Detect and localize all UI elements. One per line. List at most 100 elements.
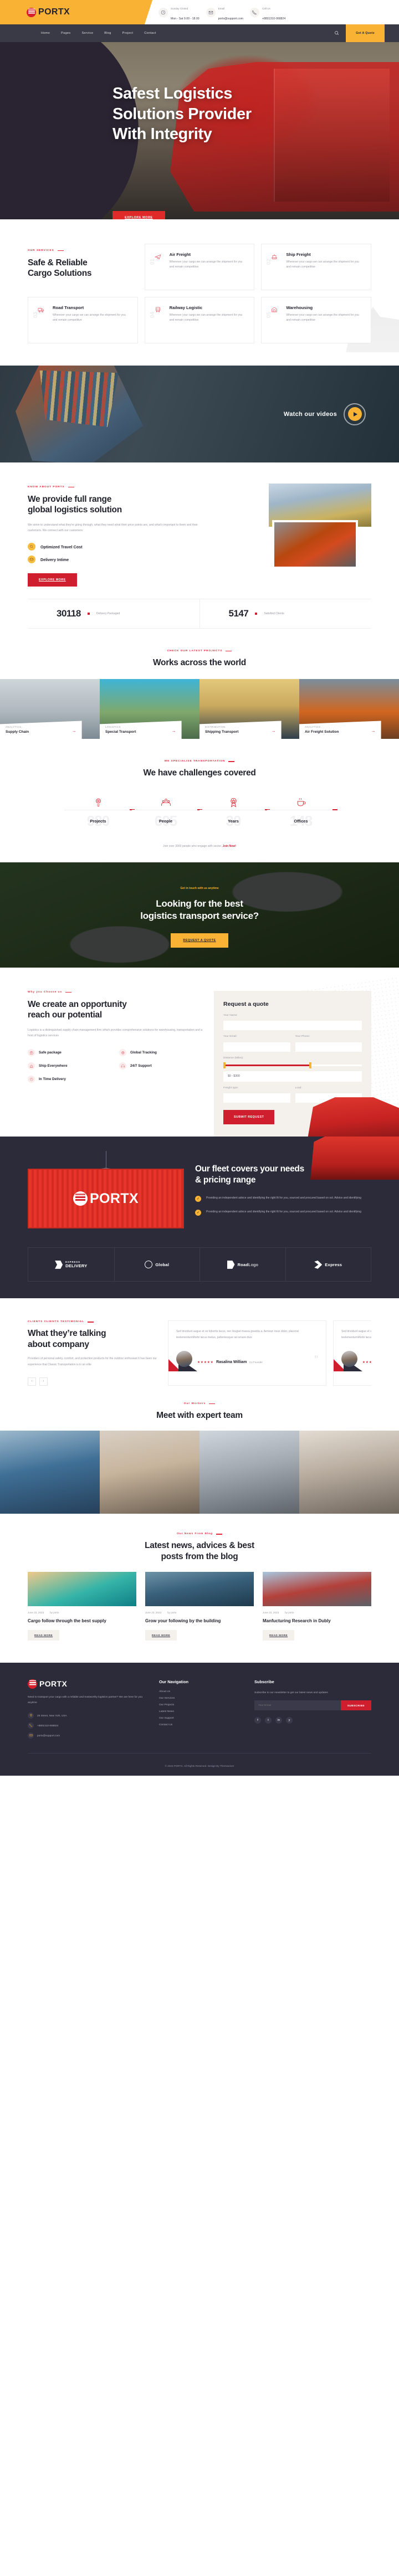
brand-global[interactable]: Global: [114, 1248, 200, 1282]
info-value: portx@support.com: [218, 17, 243, 20]
blog-post-date: June 23, 2023: [263, 1611, 279, 1615]
youtube-icon[interactable]: y: [286, 1717, 293, 1724]
choose-feature-label: Safe package: [39, 1050, 62, 1055]
arrow-right-icon[interactable]: →: [72, 728, 76, 734]
challenge-label: Offices: [294, 819, 308, 824]
email-input[interactable]: [223, 1042, 290, 1052]
project-card-shipping-transport[interactable]: DISTRIBUTION Shipping Transport →: [200, 679, 299, 739]
service-card-warehousing[interactable]: 05 Warehousing Wherever your cargo we ca…: [261, 297, 371, 343]
join-now-link[interactable]: Join Now!: [223, 845, 236, 848]
team-member-photo[interactable]: [299, 1431, 399, 1514]
testimonial-next-button[interactable]: ›: [39, 1377, 48, 1386]
footer-contact-phone[interactable]: +8801310-068824: [28, 1722, 147, 1729]
video-banner: Watch our videos: [0, 366, 399, 462]
blog-heading: Our News From Blog Latest news, advices …: [28, 1533, 371, 1572]
about-explore-button[interactable]: EXPLORE MORE: [28, 573, 77, 587]
team-grid: [0, 1431, 399, 1514]
project-card-supply-chain[interactable]: ANALYTICS Supply Chain →: [0, 679, 100, 739]
footer-link-about-us[interactable]: About Us: [159, 1690, 242, 1693]
choose-title: We create an opportunity reach our poten…: [28, 999, 205, 1021]
phone-input[interactable]: [295, 1042, 362, 1052]
request-a-quote-button[interactable]: REQUEST A QUOTE: [171, 933, 228, 948]
shipping-container-graphic: PORTX: [28, 1151, 184, 1229]
delivery-icon: [28, 556, 35, 564]
get-a-quote-button[interactable]: Get A Quote: [346, 24, 385, 42]
service-card-railway-logistic[interactable]: 04 Railway Logistic Wherever your cargo …: [144, 297, 255, 343]
footer-link-contact-us[interactable]: Contact Us: [159, 1724, 242, 1726]
footer-about-text: Need to transport your cargo with a reli…: [28, 1695, 143, 1704]
play-icon[interactable]: [347, 407, 362, 421]
read-more-button[interactable]: READ MORE: [28, 1629, 60, 1641]
blog-section: Our News From Blog Latest news, advices …: [0, 1514, 399, 1662]
blog-eyebrow: Our News From Blog: [28, 1533, 371, 1535]
footer-contact-email[interactable]: portx@support.com: [28, 1732, 147, 1739]
fleet-bullets: ✓ Providing an independent advice and id…: [195, 1195, 371, 1216]
blog-post-card[interactable]: June 23, 2023 by portx Grow your followi…: [145, 1572, 254, 1641]
team-heading: Our Workers Meet with expert team: [28, 1402, 371, 1431]
service-title: Railway Logistic: [169, 305, 203, 310]
info-email[interactable]: Email portx@support.com: [206, 2, 243, 22]
arrow-right-icon[interactable]: →: [371, 728, 376, 734]
fleet-spacer: [28, 1282, 371, 1298]
nav-item-pages[interactable]: Pages: [61, 32, 70, 35]
footer-link-our-services[interactable]: Our Services: [159, 1697, 242, 1700]
site-logo[interactable]: PORTX: [27, 7, 70, 17]
nav-item-contact[interactable]: Contact: [144, 32, 156, 35]
cost-icon: [28, 543, 35, 551]
testimonial-prev-button[interactable]: ‹: [28, 1377, 36, 1386]
distance-range-slider[interactable]: [223, 1062, 362, 1068]
footer-about-column: PORTX Need to transport your cargo with …: [28, 1679, 147, 1739]
projects-grid: ANALYTICS Supply Chain → LOGISTICS Speci…: [0, 679, 399, 739]
footer-logo[interactable]: PORTX: [28, 1679, 147, 1689]
brand-roadlogo[interactable]: RoadLogo: [200, 1248, 285, 1282]
watch-video-cta[interactable]: Watch our videos: [284, 403, 366, 425]
project-category: DISTRIBUTION: [205, 726, 226, 729]
info-phone[interactable]: Call Us +8801310-068824: [249, 2, 285, 22]
about-title-line-2: global logistics solution: [28, 505, 122, 515]
explore-more-button[interactable]: EXPLORE MORE: [112, 211, 165, 219]
footer-bottom: © 2023 PORTX. All Rights Reserved. Desig…: [28, 1752, 371, 1776]
service-card-ship-freight[interactable]: 02 Ship Freight Wherever your cargo we c…: [261, 244, 371, 290]
top-bar: PORTX Sunday Closed Mon - Sat 9.00 - 18.…: [0, 0, 399, 24]
contact-info-bar: Sunday Closed Mon - Sat 9.00 - 18.00 Ema…: [139, 0, 399, 24]
slider-handle-min[interactable]: [223, 1062, 226, 1068]
team-member-photo[interactable]: [0, 1431, 100, 1514]
linkedin-icon[interactable]: in: [275, 1717, 282, 1724]
submit-request-button[interactable]: SUBMIT REQUEST: [223, 1110, 275, 1125]
footer-link-our-projects[interactable]: Our Projects: [159, 1704, 242, 1706]
blog-post-image: [263, 1572, 371, 1607]
freight-type-input[interactable]: [223, 1093, 290, 1103]
nav-item-project[interactable]: Project: [122, 32, 134, 35]
fleet-section: PORTX Our fleet covers your needs & pric…: [0, 1137, 399, 1299]
facebook-icon[interactable]: f: [254, 1717, 261, 1724]
team-member-photo[interactable]: [100, 1431, 200, 1514]
twitter-icon[interactable]: t: [265, 1717, 272, 1724]
service-card-road-transport[interactable]: 03 Road Transport Wherever your cargo we…: [28, 297, 138, 343]
nav-item-blog[interactable]: Blog: [104, 32, 111, 35]
nav-item-home[interactable]: Home: [41, 32, 50, 35]
project-card-air-freight-solution[interactable]: ANALYTICS Air Freight Solution →: [299, 679, 399, 739]
read-more-button[interactable]: READ MORE: [263, 1629, 295, 1641]
subscribe-button[interactable]: SUBSCRIBE: [340, 1700, 371, 1711]
arrow-right-icon[interactable]: →: [172, 728, 176, 734]
search-icon[interactable]: [328, 28, 346, 38]
brand-express[interactable]: Express: [285, 1248, 371, 1282]
footer-link-latest-news[interactable]: Latest News: [159, 1710, 242, 1713]
slider-handle-max[interactable]: [309, 1062, 311, 1068]
footer-link-our-support[interactable]: Our Support: [159, 1717, 242, 1720]
project-card-special-transport[interactable]: LOGISTICS Special Transport →: [100, 679, 200, 739]
team-member-photo[interactable]: [200, 1431, 299, 1514]
service-card-air-freight[interactable]: 01 Air Freight Wherever your cargo we ca…: [144, 244, 255, 290]
blog-post-card[interactable]: June 23, 2023 by portx Manfucturing Rese…: [263, 1572, 371, 1641]
blog-post-card[interactable]: June 23, 2023 by portx Cargo follow thro…: [28, 1572, 136, 1641]
services-eyebrow: OUR SERVICES: [28, 249, 138, 252]
choose-content: Why you Choose us We create an opportuni…: [28, 991, 205, 1137]
counter-number: 30118: [57, 608, 81, 619]
brand-express-delivery[interactable]: EXPRESS DELIVERY: [28, 1248, 114, 1281]
counter-label: Satisfied Clients: [264, 612, 284, 616]
nav-item-service[interactable]: Service: [82, 32, 94, 35]
name-input[interactable]: [223, 1021, 362, 1031]
read-more-button[interactable]: READ MORE: [145, 1629, 177, 1641]
subscribe-email-input[interactable]: [254, 1700, 341, 1711]
arrow-right-icon[interactable]: →: [272, 728, 276, 734]
